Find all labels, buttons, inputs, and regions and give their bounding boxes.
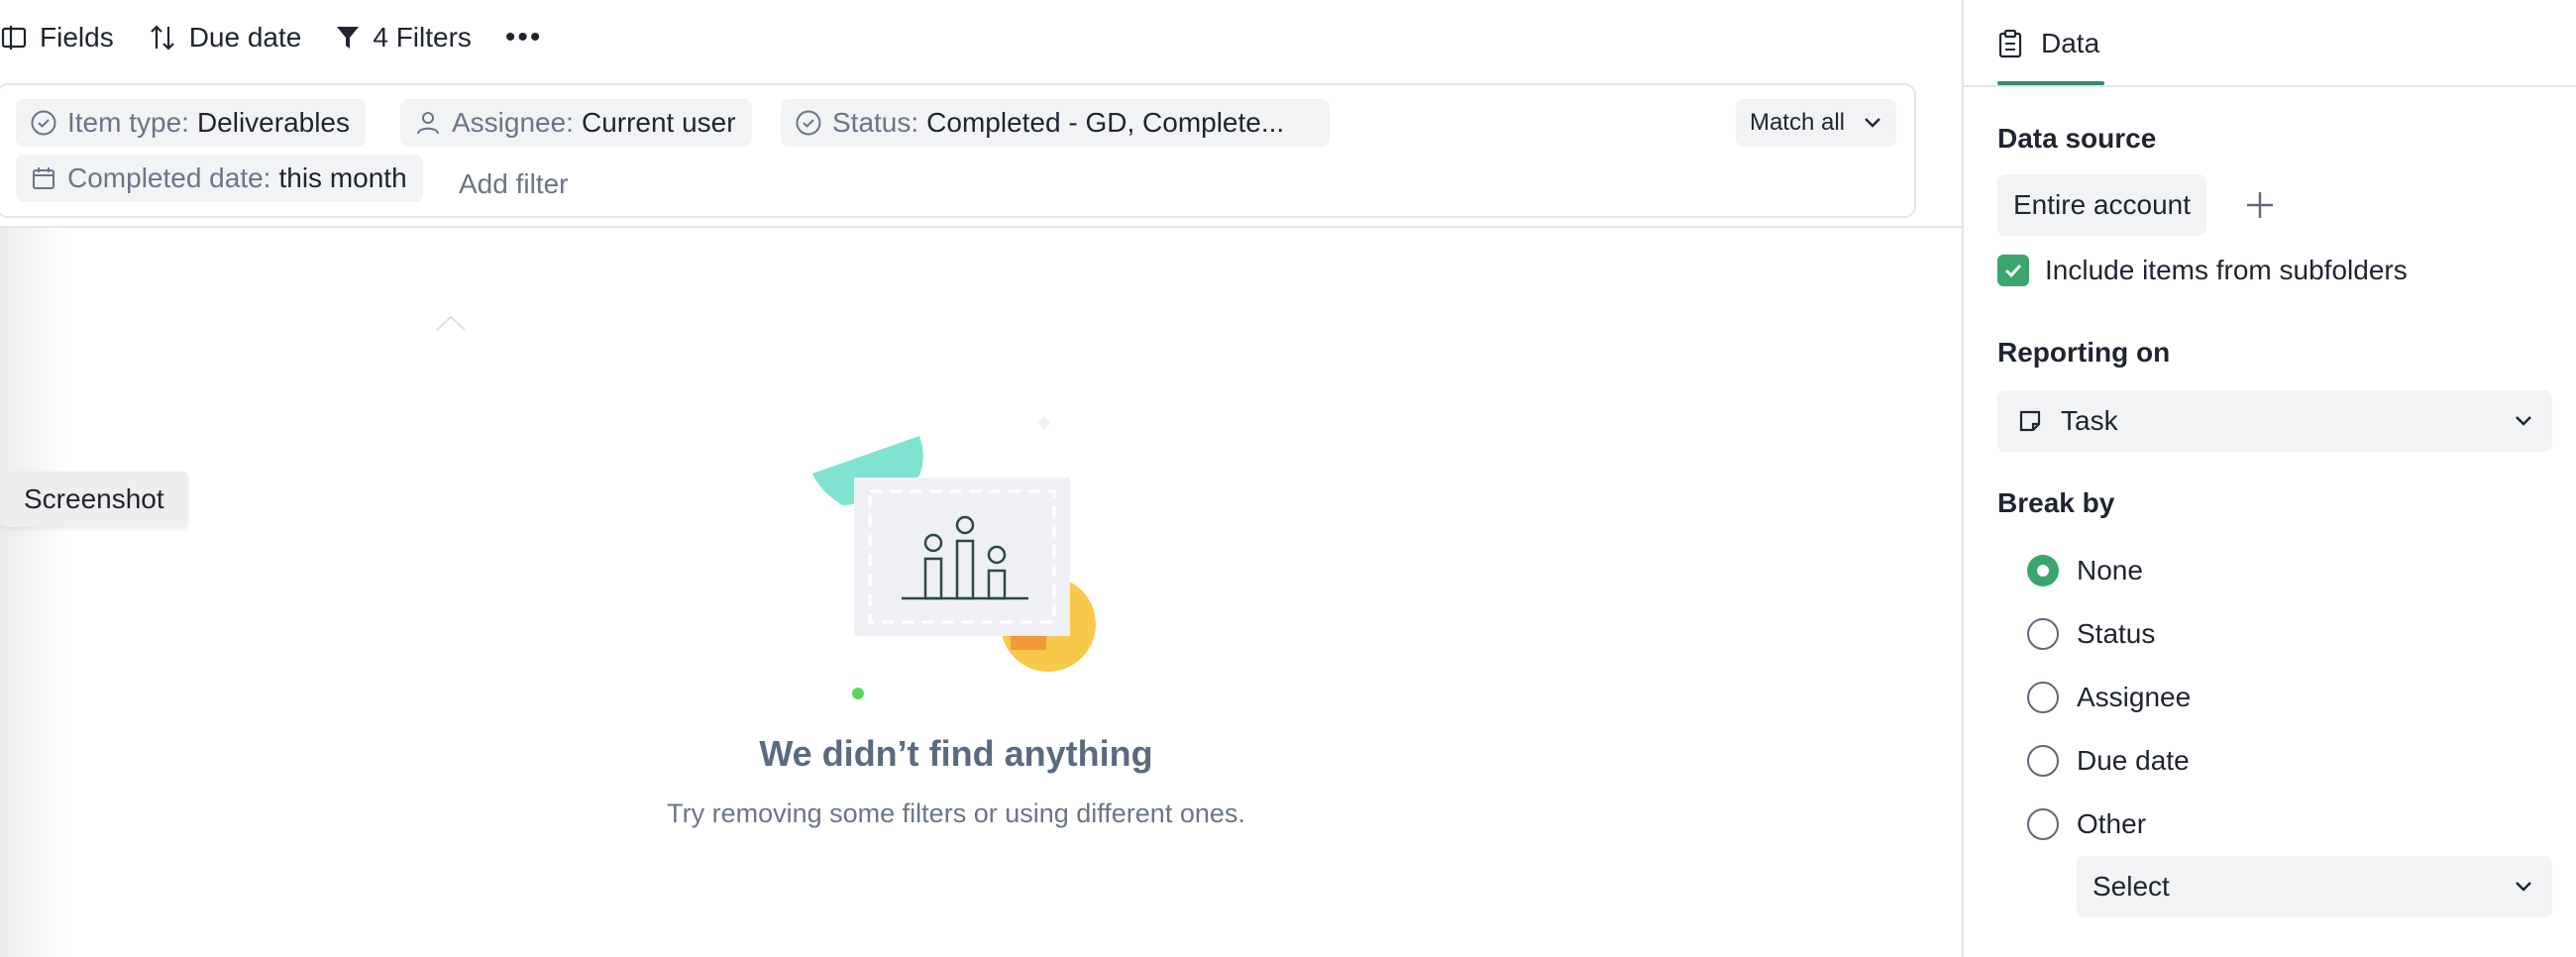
- empty-state-title: We didn’t find anything: [759, 733, 1153, 774]
- check-circle-icon: [795, 109, 822, 137]
- fields-button[interactable]: Fields: [0, 22, 114, 53]
- filter-bar: Item type: Deliverables Assignee: Curren…: [0, 83, 1916, 218]
- view-toolbar: Fields Due date 4 Filters •••: [0, 0, 542, 75]
- data-source-chip[interactable]: Entire account: [1997, 174, 2206, 236]
- radio-label: Assignee: [2077, 682, 2192, 712]
- main-area: Fields Due date 4 Filters ••• Item type:…: [0, 0, 1962, 957]
- filter-key: Status:: [832, 107, 919, 138]
- filter-chip-item-type[interactable]: Item type: Deliverables: [16, 99, 367, 147]
- person-icon: [414, 109, 442, 137]
- data-source-heading: Data source: [1997, 123, 2157, 154]
- fields-icon: [1, 26, 27, 50]
- check-circle-icon: [30, 109, 57, 137]
- other-select-value: Select: [2093, 871, 2170, 902]
- match-all-label: Match all: [1749, 109, 1845, 136]
- due-date-label: Due date: [188, 22, 302, 53]
- break-by-option-assignee[interactable]: Assignee: [2027, 678, 2191, 717]
- break-by-option-other[interactable]: Other: [2027, 804, 2146, 844]
- radio-icon: [2027, 745, 2059, 777]
- radio-icon: [2027, 808, 2059, 840]
- data-panel: Data Data source Entire account Include …: [1962, 0, 2576, 957]
- add-filter-button[interactable]: Add filter: [459, 160, 569, 208]
- break-by-option-none[interactable]: None: [2027, 551, 2143, 590]
- chevron-down-icon: [1865, 118, 1880, 128]
- break-by-heading: Break by: [1997, 487, 2115, 518]
- filter-chip-assignee[interactable]: Assignee: Current user: [400, 99, 752, 147]
- include-subfolders-label: Include items from subfolders: [2045, 255, 2408, 285]
- break-by-option-due-date[interactable]: Due date: [2027, 741, 2190, 781]
- radio-label: Status: [2077, 618, 2156, 649]
- panel-tabbar: Data: [1964, 0, 2576, 87]
- left-shadow: [0, 228, 69, 957]
- other-field-select[interactable]: Select: [2077, 856, 2552, 917]
- filter-chip-completed-date[interactable]: Completed date: this month: [16, 155, 423, 202]
- tab-active-indicator: [1997, 81, 2104, 85]
- task-icon: [2019, 410, 2041, 432]
- caret-up-icon: [436, 315, 466, 331]
- chevron-down-icon: [2516, 416, 2531, 426]
- reporting-on-value: Task: [2061, 405, 2118, 436]
- tab-data[interactable]: Data: [1997, 0, 2099, 87]
- match-all-dropdown[interactable]: Match all: [1735, 99, 1896, 147]
- clipboard-icon: [1998, 29, 2022, 58]
- calendar-icon: [30, 164, 57, 192]
- filter-key: Completed date:: [67, 162, 271, 193]
- chevron-down-icon: [2516, 882, 2531, 892]
- reporting-on-heading: Reporting on: [1997, 337, 2171, 368]
- toolbar-divider: [0, 226, 1962, 228]
- sort-icon: [150, 25, 174, 51]
- more-options-button[interactable]: •••: [505, 21, 543, 54]
- add-source-plus-icon[interactable]: [2243, 188, 2277, 222]
- empty-state-subtitle: Try removing some filters or using diffe…: [667, 798, 1245, 828]
- reporting-on-select[interactable]: Task: [1997, 390, 2552, 452]
- empty-state-illustration: [812, 416, 1096, 699]
- fields-label: Fields: [40, 22, 114, 53]
- filter-icon: [337, 27, 360, 49]
- include-subfolders-checkbox[interactable]: Include items from subfolders: [1997, 254, 2408, 287]
- radio-icon: [2027, 682, 2059, 713]
- sort-due-date-button[interactable]: Due date: [148, 22, 302, 53]
- filter-value: this month: [278, 162, 407, 193]
- break-by-option-status[interactable]: Status: [2027, 614, 2155, 654]
- radio-icon: [2027, 618, 2059, 650]
- radio-selected-icon: [2027, 555, 2059, 586]
- checkbox-checked-icon: [1997, 255, 2029, 286]
- filter-value: Current user: [581, 107, 736, 138]
- tab-data-label: Data: [2041, 28, 2100, 58]
- filter-key: Item type:: [67, 107, 189, 138]
- app-root: Fields Due date 4 Filters ••• Item type:…: [0, 0, 2576, 957]
- filters-label: 4 Filters: [373, 22, 472, 53]
- screenshot-tooltip: Screenshot: [0, 472, 188, 527]
- radio-label: Due date: [2077, 745, 2190, 776]
- radio-label: Other: [2077, 808, 2147, 839]
- filter-value: Completed - GD, Complete...: [926, 107, 1285, 138]
- filter-chip-status[interactable]: Status: Completed - GD, Complete...: [781, 99, 1330, 147]
- filter-key: Assignee:: [452, 107, 574, 138]
- filter-value: Deliverables: [196, 107, 351, 138]
- radio-label: None: [2077, 555, 2143, 585]
- filters-button[interactable]: 4 Filters: [335, 22, 472, 53]
